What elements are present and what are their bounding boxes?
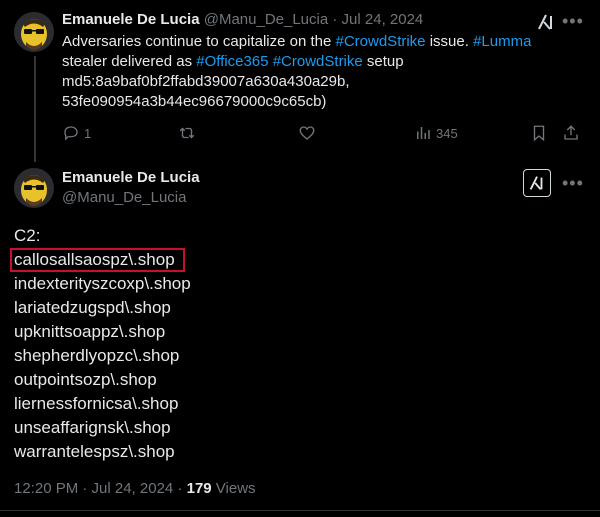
text-segment: md5:8a9baf0bf2ffabd39007a630a430a29b, xyxy=(62,73,350,90)
like-icon xyxy=(299,126,315,140)
retweet-icon xyxy=(179,127,195,139)
views-icon xyxy=(417,127,430,139)
domain-item: unseaffarignsk\.shop xyxy=(14,418,171,437)
author-name[interactable]: Emanuele De Lucia xyxy=(62,168,200,188)
share-button[interactable] xyxy=(562,124,580,142)
author-name[interactable]: Emanuele De Lucia xyxy=(62,11,200,28)
avatar[interactable] xyxy=(14,12,54,52)
text-segment: Adversaries continue to capitalize on th… xyxy=(62,33,336,50)
bookmark-icon xyxy=(533,125,545,142)
domain-item: indexterityszcoxp\.shop xyxy=(14,274,191,293)
grok-icon xyxy=(529,176,543,190)
domain-item: shepherdlyopzc\.shop xyxy=(14,346,180,365)
tweet2-body: C2: callosallsaospz\.shop indexterityszc… xyxy=(10,224,191,464)
text-segment: 53fe090954a3b44ec96679000c9c65cb) xyxy=(62,93,327,110)
retweet-button[interactable] xyxy=(178,124,196,142)
hashtag-link[interactable]: #CrowdStrike xyxy=(336,33,426,50)
views-count: 345 xyxy=(436,125,458,141)
hashtag-link[interactable]: #CrowdStrike xyxy=(273,53,363,70)
tweet-header: Emanuele De Lucia @Manu_De_Lucia · Jul 2… xyxy=(62,10,423,30)
hashtag-link[interactable]: #Lumma xyxy=(473,33,531,50)
domain-item: warrantelespsz\.shop xyxy=(14,442,175,461)
c2-heading: C2: xyxy=(14,226,41,245)
more-icon[interactable]: ••• xyxy=(562,12,584,30)
views-label: Views xyxy=(211,480,256,497)
like-button[interactable] xyxy=(298,124,316,142)
text-segment: setup xyxy=(362,53,404,70)
tweet1-action-bar: 1 345 xyxy=(62,124,582,146)
tweet-timestamp[interactable]: 12:20 PM · Jul 24, 2024 · xyxy=(14,480,187,497)
avatar[interactable] xyxy=(14,168,54,208)
text-segment: issue. xyxy=(425,33,474,50)
thread-connector xyxy=(34,56,36,162)
more-icon[interactable]: ••• xyxy=(562,174,584,192)
grok-button[interactable] xyxy=(523,169,551,197)
bookmark-button[interactable] xyxy=(530,124,548,142)
reply-button[interactable]: 1 xyxy=(62,124,91,142)
domain-item: upknittsoappz\.shop xyxy=(14,322,166,341)
domain-item: liernessfornicsa\.shop xyxy=(14,394,179,413)
separator: · xyxy=(332,11,338,28)
views-count: 179 xyxy=(186,480,212,497)
reply-icon xyxy=(64,126,78,141)
author-handle[interactable]: @Manu_De_Lucia xyxy=(204,11,328,28)
author-handle[interactable]: @Manu_De_Lucia xyxy=(62,188,186,208)
grok-icon[interactable] xyxy=(536,12,556,32)
reply-count: 1 xyxy=(84,125,92,141)
tweet-meta: 12:20 PM · Jul 24, 2024 · 179 Views xyxy=(14,479,256,499)
hashtag-link[interactable]: #Office365 xyxy=(196,53,268,70)
divider xyxy=(0,510,600,511)
tweet1-top-actions xyxy=(536,12,556,32)
avatar-icon xyxy=(14,12,54,52)
text-segment: stealer delivered as xyxy=(62,53,197,70)
tweet-date[interactable]: Jul 24, 2024 xyxy=(342,11,424,28)
highlighted-domain: callosallsaospz\.shop xyxy=(10,248,185,272)
domain-item: lariatedzugspd\.shop xyxy=(14,298,171,317)
avatar-icon xyxy=(14,168,54,208)
tweet1-text: Adversaries continue to capitalize on th… xyxy=(62,32,562,112)
share-icon xyxy=(564,125,578,140)
views-button[interactable]: 345 xyxy=(414,124,458,142)
domain-item: outpointsozp\.shop xyxy=(14,370,157,389)
